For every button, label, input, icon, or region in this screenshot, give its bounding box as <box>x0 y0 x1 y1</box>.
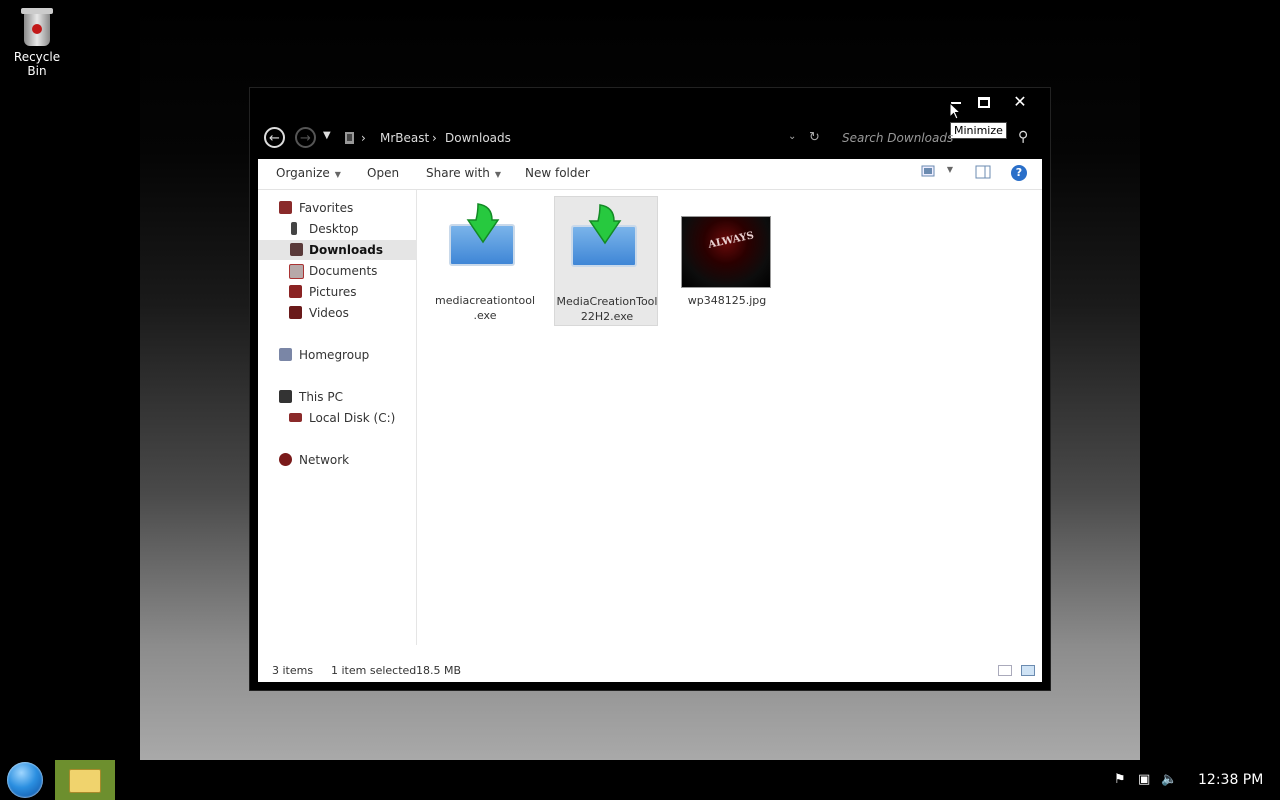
file-name: wp348125.jpg <box>675 293 779 308</box>
network-icon <box>279 453 292 466</box>
thumbnail-text: ALWAYS <box>707 230 755 251</box>
open-button[interactable]: Open <box>367 166 399 180</box>
homegroup-icon <box>279 348 292 361</box>
back-button[interactable]: ← <box>264 127 285 148</box>
documents-icon <box>289 264 304 279</box>
nav-pictures-label: Pictures <box>309 285 357 299</box>
nav-documents-label: Documents <box>309 264 378 278</box>
maximize-icon <box>978 97 990 108</box>
recent-locations-dropdown[interactable]: ▼ <box>323 130 331 141</box>
download-arrow-icon <box>466 203 500 244</box>
file-name-line: mediacreationtool <box>435 294 535 307</box>
nav-local-disk-label: Local Disk (C:) <box>309 411 396 425</box>
nav-network[interactable]: Network <box>258 450 416 470</box>
close-button[interactable]: ✕ <box>1004 92 1036 112</box>
command-bar: Organize ▼ Open Share with ▼ New folder ▼ … <box>258 159 1042 190</box>
file-name-line: .exe <box>473 309 497 322</box>
favorites-star-icon <box>279 201 292 214</box>
nav-this-pc[interactable]: This PC <box>258 387 416 407</box>
breadcrumb-separator: › <box>432 131 437 145</box>
file-item[interactable]: mediacreationtool .exe <box>433 196 537 326</box>
address-history-chevron-icon[interactable]: ⌄ <box>788 131 796 142</box>
breadcrumb-downloads[interactable]: Downloads <box>445 131 511 145</box>
taskbar-file-explorer[interactable] <box>55 760 115 800</box>
file-explorer-window: ✕ Minimize ← → ▼ › MrBeast › Downloads ⌄… <box>250 88 1050 690</box>
nav-desktop[interactable]: Desktop <box>258 219 416 239</box>
nav-favorites[interactable]: Favorites <box>258 198 416 218</box>
file-name-line: MediaCreationTool <box>556 295 658 308</box>
search-input[interactable]: Search Downloads <box>842 131 992 145</box>
search-icon[interactable]: ⚲ <box>1018 129 1028 145</box>
change-view-icon[interactable] <box>920 165 936 181</box>
file-name: MediaCreationTool 22H2.exe <box>555 294 659 324</box>
refresh-icon[interactable]: ↻ <box>809 130 820 145</box>
drive-icon <box>289 413 302 422</box>
share-with-button[interactable]: Share with ▼ <box>426 166 501 180</box>
image-thumbnail: ALWAYS <box>681 216 771 288</box>
share-with-label: Share with <box>426 166 490 180</box>
details-view-icon[interactable] <box>998 665 1012 676</box>
nav-desktop-label: Desktop <box>309 222 359 236</box>
selection-count: 1 item selected <box>331 664 417 677</box>
nav-this-pc-label: This PC <box>299 390 343 404</box>
forward-button[interactable]: → <box>295 127 316 148</box>
nav-favorites-label: Favorites <box>299 201 354 215</box>
close-icon: ✕ <box>1013 92 1027 111</box>
nav-pictures[interactable]: Pictures <box>258 282 416 302</box>
share-caret-icon: ▼ <box>494 170 502 179</box>
recycle-bin-label: Recycle Bin <box>13 50 61 78</box>
nav-videos-label: Videos <box>309 306 349 320</box>
pictures-icon <box>289 285 302 298</box>
file-name-line: 22H2.exe <box>580 310 634 323</box>
nav-homegroup[interactable]: Homegroup <box>258 345 416 365</box>
preview-pane-icon[interactable] <box>975 165 991 181</box>
explorer-content: Organize ▼ Open Share with ▼ New folder ▼ … <box>258 159 1042 682</box>
item-count: 3 items <box>272 664 314 677</box>
organize-button[interactable]: Organize ▼ <box>276 166 341 180</box>
file-item[interactable]: ALWAYS wp348125.jpg <box>675 196 779 326</box>
file-item-selected[interactable]: MediaCreationTool 22H2.exe <box>554 196 658 326</box>
action-center-flag-icon[interactable]: ⚑ <box>1114 772 1126 787</box>
videos-icon <box>289 306 302 319</box>
navigation-pane: Favorites Desktop Downloads Documents Pi… <box>258 190 417 645</box>
new-folder-button[interactable]: New folder <box>525 166 590 180</box>
nav-downloads[interactable]: Downloads <box>258 240 416 260</box>
nav-homegroup-label: Homegroup <box>299 348 370 362</box>
desktop-icon <box>291 222 297 235</box>
nav-network-label: Network <box>299 453 350 467</box>
help-icon[interactable]: ? <box>1011 165 1027 181</box>
user-folder-icon <box>345 132 354 144</box>
downloads-icon <box>290 243 303 256</box>
nav-downloads-label: Downloads <box>309 243 384 257</box>
nav-local-disk[interactable]: Local Disk (C:) <box>258 408 416 428</box>
status-bar: 3 items 1 item selected 18.5 MB <box>258 660 1042 682</box>
nav-videos[interactable]: Videos <box>258 303 416 323</box>
organize-caret-icon: ▼ <box>334 170 341 179</box>
view-options-caret-icon[interactable]: ▼ <box>942 165 958 181</box>
file-name-line: wp348125.jpg <box>687 294 767 307</box>
mouse-cursor-icon <box>949 102 961 120</box>
network-status-icon[interactable]: ▣ <box>1138 772 1150 787</box>
file-name: mediacreationtool .exe <box>433 293 537 323</box>
taskbar-clock[interactable]: 12:38 PM <box>1198 772 1263 788</box>
computer-icon <box>279 390 292 403</box>
maximize-button[interactable] <box>968 92 1000 112</box>
start-button[interactable] <box>7 762 43 798</box>
volume-icon[interactable]: 🔈 <box>1161 772 1177 787</box>
breadcrumb-mrbeast[interactable]: MrBeast <box>380 131 429 145</box>
breadcrumb-separator: › <box>361 131 366 145</box>
organize-label: Organize <box>276 166 330 180</box>
recycle-bin-icon <box>21 8 53 46</box>
selection-size: 18.5 MB <box>416 664 462 677</box>
nav-documents[interactable]: Documents <box>258 261 416 281</box>
recycle-bin-shortcut[interactable]: Recycle Bin <box>4 8 70 78</box>
taskbar: ⚑ ▣ 🔈 12:38 PM <box>0 760 1280 800</box>
folder-icon <box>69 769 101 793</box>
download-arrow-icon <box>588 204 622 245</box>
address-bar: ← → ▼ › MrBeast › Downloads ⌄ ↻ Search D… <box>260 126 1040 152</box>
large-icons-view-icon[interactable] <box>1021 665 1035 676</box>
